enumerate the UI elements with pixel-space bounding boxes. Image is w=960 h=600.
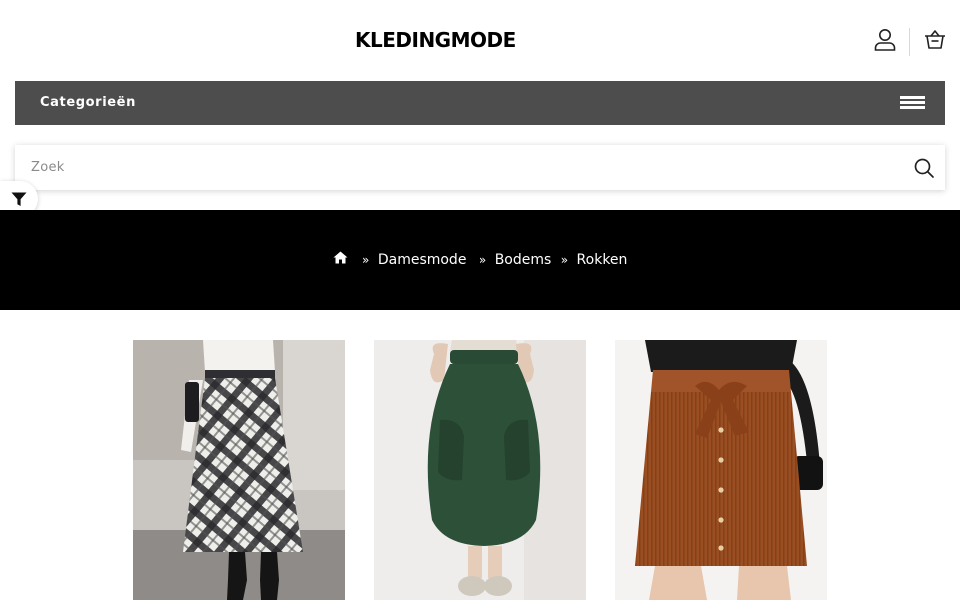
site-header: KLEDINGMODE — [0, 0, 960, 81]
breadcrumb-separator-icon: » — [362, 252, 370, 267]
site-logo[interactable]: KLEDINGMODE — [355, 28, 516, 52]
breadcrumb-separator-icon: » — [478, 252, 487, 267]
filter-icon — [11, 192, 27, 206]
product-image[interactable] — [615, 340, 827, 600]
product-image[interactable] — [133, 340, 345, 600]
breadcrumb-separator-icon: » — [560, 252, 569, 267]
search-bar — [15, 145, 945, 190]
breadcrumb-band: » Damesmode » Bodems » Rokken — [0, 210, 960, 310]
home-icon[interactable] — [333, 251, 348, 268]
user-icon[interactable] — [872, 27, 898, 53]
categories-bar[interactable]: Categorieën — [15, 81, 945, 125]
header-divider — [909, 28, 910, 56]
categories-label: Categorieën — [40, 95, 136, 110]
breadcrumb: » Damesmode » Bodems » Rokken — [0, 251, 960, 268]
product-card[interactable] — [374, 340, 586, 600]
basket-icon[interactable] — [922, 27, 948, 53]
product-card[interactable] — [615, 340, 827, 600]
product-grid — [0, 340, 960, 600]
hamburger-icon[interactable] — [900, 96, 925, 109]
breadcrumb-item[interactable]: Bodems — [495, 252, 552, 268]
search-icon[interactable] — [913, 157, 935, 179]
breadcrumb-item[interactable]: Damesmode — [378, 252, 467, 268]
product-card[interactable] — [133, 340, 345, 600]
search-input[interactable] — [15, 145, 895, 190]
breadcrumb-current: Rokken — [576, 251, 628, 268]
product-image[interactable] — [374, 340, 586, 600]
